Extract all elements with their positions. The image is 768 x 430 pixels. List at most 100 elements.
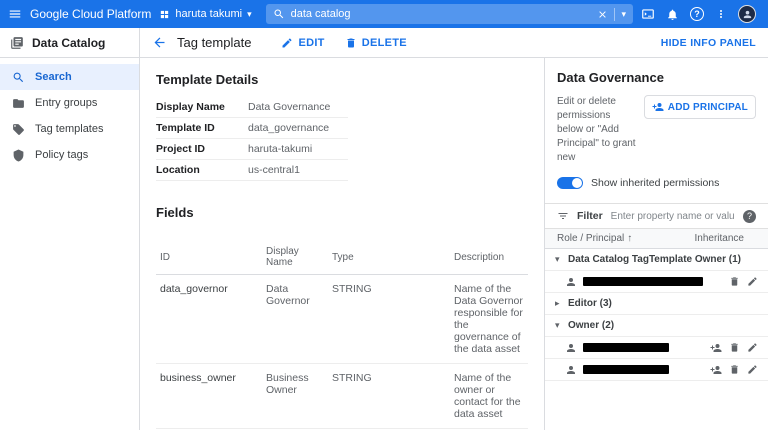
more-vert-icon	[715, 8, 727, 20]
help-button[interactable]: ?	[690, 7, 704, 21]
trash-icon	[729, 342, 740, 353]
sidebar-product-title: Data Catalog	[0, 28, 139, 58]
sidebar-item-label: Entry groups	[35, 97, 98, 109]
search-icon	[12, 71, 25, 84]
pencil-icon	[747, 364, 758, 375]
filter-input[interactable]	[610, 210, 735, 222]
detail-row: Project ID haruta-takumi	[156, 138, 348, 160]
shield-icon	[12, 149, 25, 162]
sidebar-item-search[interactable]: Search	[0, 64, 139, 90]
cloud-shell-button[interactable]	[641, 7, 655, 21]
role-group-row-editor[interactable]: ▸ Editor (3)	[545, 293, 768, 315]
filter-label: Filter	[577, 210, 603, 222]
person-add-icon	[652, 101, 664, 113]
clear-search-button[interactable]	[597, 9, 608, 20]
fields-heading: Fields	[156, 205, 194, 220]
principals-table-header: Role / Principal ↑ Inheritance	[545, 229, 768, 249]
help-icon: ?	[690, 7, 704, 21]
sidebar-item-entry-groups[interactable]: Entry groups	[0, 90, 139, 116]
delete-principal-button[interactable]	[729, 276, 740, 287]
project-selector[interactable]: haruta takumi ▾	[159, 8, 252, 20]
cloud-shell-icon	[641, 7, 655, 21]
detail-row: Location us-central1	[156, 159, 348, 181]
data-catalog-logo-icon	[10, 36, 24, 50]
filter-bar: Filter ?	[545, 203, 768, 229]
bell-icon	[666, 8, 679, 21]
template-details-table: Display Name Data Governance Template ID…	[156, 97, 348, 181]
inheritance-column-header: Inheritance	[694, 233, 744, 244]
add-member-button[interactable]	[710, 364, 722, 376]
project-name: haruta takumi	[175, 8, 243, 20]
role-principal-sort-header[interactable]: Role / Principal ↑	[557, 233, 632, 244]
column-header-values	[378, 240, 450, 275]
filter-help-icon[interactable]: ?	[743, 209, 756, 223]
caret-down-icon: ▾	[555, 254, 560, 264]
role-group-row-owner[interactable]: ▾ Owner (2)	[545, 315, 768, 337]
back-button[interactable]	[152, 35, 167, 50]
search-options-button[interactable]: ▾	[621, 9, 626, 19]
edit-button[interactable]: EDIT	[275, 33, 330, 53]
add-member-button[interactable]	[710, 342, 722, 354]
hamburger-icon	[8, 7, 22, 21]
toggle-label: Show inherited permissions	[591, 177, 720, 189]
caret-right-icon: ▸	[555, 298, 560, 308]
detail-row: Template ID data_governance	[156, 117, 348, 139]
page-title: Tag template	[177, 35, 252, 50]
inherited-permissions-toggle[interactable]	[557, 177, 583, 189]
filter-icon	[557, 210, 569, 222]
avatar[interactable]	[738, 5, 756, 23]
fields-table: ID Display Name Type Description data_go…	[156, 240, 528, 430]
tag-icon	[12, 123, 25, 136]
search-input[interactable]	[290, 8, 592, 20]
sidebar: Data Catalog Search Entry groups Tag tem…	[0, 28, 140, 430]
edit-principal-button[interactable]	[747, 364, 758, 375]
sort-arrow-up-icon: ↑	[627, 233, 633, 244]
global-search-bar[interactable]: ▾	[265, 4, 633, 24]
main-content: Template Details Display Name Data Gover…	[140, 58, 544, 430]
column-header-id: ID	[156, 240, 262, 275]
principal-row	[545, 337, 768, 359]
column-header-display-name: Display Name	[262, 240, 328, 275]
permissions-hint: Edit or delete permissions below or "Add…	[557, 96, 636, 163]
edit-principal-button[interactable]	[747, 342, 758, 353]
delete-principal-button[interactable]	[729, 342, 740, 353]
project-icon	[159, 9, 170, 20]
add-principal-button[interactable]: ADD PRINCIPAL	[643, 95, 756, 119]
sidebar-item-tag-templates[interactable]: Tag templates	[0, 116, 139, 142]
more-options-button[interactable]	[715, 8, 727, 20]
back-arrow-icon	[152, 35, 167, 50]
principal-row	[545, 359, 768, 381]
redacted-principal-name	[583, 365, 669, 374]
role-group-row-tagtemplate-owner[interactable]: ▾ Data Catalog TagTemplate Owner (1)	[545, 249, 768, 271]
page-toolbar: Tag template EDIT DELETE HIDE INFO PANEL	[140, 28, 768, 58]
redacted-principal-name	[583, 277, 703, 286]
person-add-icon	[710, 364, 722, 376]
redacted-principal-name	[583, 343, 669, 352]
info-panel-title: Data Governance	[557, 70, 664, 85]
template-details-heading: Template Details	[156, 72, 259, 87]
principal-row	[545, 271, 768, 293]
trash-icon	[729, 364, 740, 375]
sidebar-item-policy-tags[interactable]: Policy tags	[0, 142, 139, 168]
search-divider	[614, 7, 616, 21]
person-icon	[565, 364, 577, 376]
delete-button[interactable]: DELETE	[339, 33, 413, 53]
pencil-icon	[747, 276, 758, 287]
hide-info-panel-button[interactable]: HIDE INFO PANEL	[661, 37, 756, 49]
sidebar-item-label: Policy tags	[35, 149, 89, 161]
pencil-icon	[747, 342, 758, 353]
hamburger-menu-button[interactable]	[8, 7, 22, 21]
close-icon	[597, 9, 608, 20]
field-row: data_governor Data Governor STRING Name …	[156, 274, 528, 364]
search-icon	[273, 8, 285, 20]
app-bar: Google Cloud Platform haruta takumi ▾ ▾	[0, 0, 768, 28]
sidebar-item-label: Tag templates	[35, 123, 104, 135]
person-icon	[565, 276, 577, 288]
delete-principal-button[interactable]	[729, 364, 740, 375]
field-row: business_owner Business Owner STRING Nam…	[156, 363, 528, 429]
edit-principal-button[interactable]	[747, 276, 758, 287]
chevron-down-icon: ▾	[247, 8, 252, 19]
trash-icon	[729, 276, 740, 287]
notifications-button[interactable]	[666, 8, 679, 21]
column-header-type: Type	[328, 240, 378, 275]
